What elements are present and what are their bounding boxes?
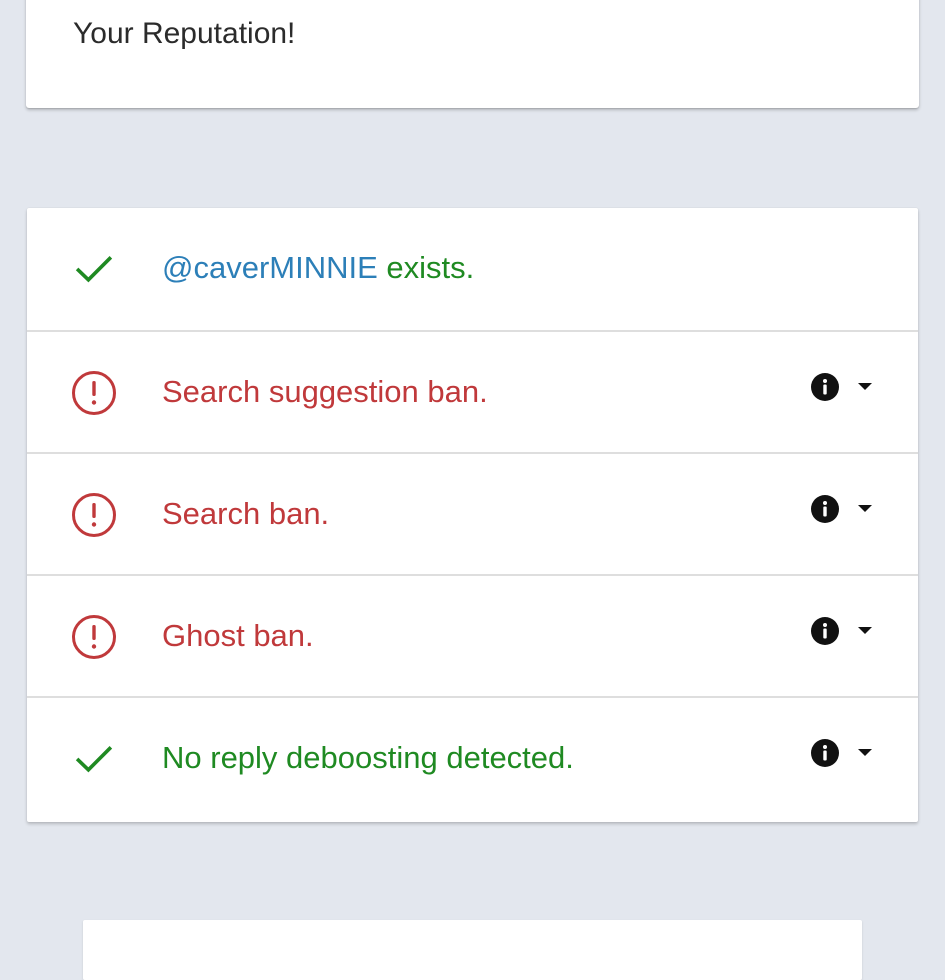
result-row-search-ban: Search ban. <box>27 452 918 574</box>
caret-down-icon[interactable] <box>858 626 872 636</box>
info-icon[interactable] <box>810 738 840 768</box>
result-row-search-suggestion-ban: Search suggestion ban. <box>27 330 918 452</box>
alert-circle-icon <box>72 615 116 659</box>
info-icon[interactable] <box>810 616 840 646</box>
result-label-suffix: exists. <box>377 250 475 285</box>
result-label: Search ban. <box>162 496 330 531</box>
results-card: @caverMINNIE exists. Search suggestion b… <box>27 208 918 822</box>
reputation-heading: Your Reputation! <box>73 17 296 50</box>
next-card <box>83 920 862 980</box>
result-label: @caverMINNIE exists. <box>162 248 474 288</box>
caret-down-icon[interactable] <box>858 382 872 392</box>
check-icon <box>75 746 113 773</box>
check-icon <box>75 256 113 283</box>
caret-down-icon[interactable] <box>858 504 872 514</box>
info-icon[interactable] <box>810 494 840 524</box>
caret-down-icon[interactable] <box>858 748 872 758</box>
reputation-card: Your Reputation! <box>26 0 919 108</box>
result-label: No reply deboosting detected. <box>162 740 574 775</box>
result-row-reply-deboosting: No reply deboosting detected. <box>27 696 918 818</box>
info-icon[interactable] <box>810 372 840 402</box>
result-row-ghost-ban: Ghost ban. <box>27 574 918 696</box>
alert-circle-icon <box>72 371 116 415</box>
result-row-account-exists: @caverMINNIE exists. <box>27 208 918 330</box>
result-label: Search suggestion ban. <box>162 374 488 409</box>
alert-circle-icon <box>72 493 116 537</box>
account-handle[interactable]: @caverMINNIE <box>162 250 378 285</box>
result-label: Ghost ban. <box>162 618 314 653</box>
